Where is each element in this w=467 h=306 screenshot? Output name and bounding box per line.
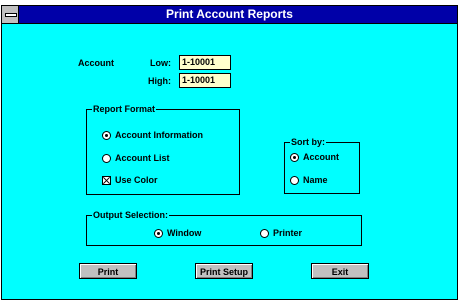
radio-account-information[interactable]: Account Information	[102, 130, 203, 140]
radio-label: Printer	[273, 228, 303, 238]
print-account-reports-dialog: Print Account Reports Account Low: 1-100…	[1, 5, 458, 300]
high-label: High:	[148, 76, 171, 86]
radio-unselected-icon	[260, 228, 269, 238]
radio-selected-icon	[154, 228, 163, 238]
radio-unselected-icon	[102, 153, 111, 163]
radio-sort-name[interactable]: Name	[290, 175, 328, 185]
print-setup-button[interactable]: Print Setup	[195, 263, 253, 279]
radio-unselected-icon	[290, 175, 299, 185]
output-selection-legend: Output Selection:	[93, 210, 168, 220]
low-label: Low:	[150, 58, 171, 68]
use-color-checkbox[interactable]: Use Color	[102, 175, 158, 185]
radio-label: Account Information	[115, 130, 203, 140]
output-selection-group: Output Selection:	[86, 211, 362, 246]
sort-by-legend: Sort by:	[291, 137, 326, 147]
radio-selected-icon	[290, 152, 299, 162]
window-title: Print Account Reports	[166, 7, 293, 21]
radio-account-list[interactable]: Account List	[102, 153, 170, 163]
report-format-legend: Report Format	[93, 104, 156, 114]
title-bar[interactable]: Print Account Reports	[2, 6, 457, 24]
radio-label: Account	[303, 152, 339, 162]
radio-label: Window	[167, 228, 202, 238]
radio-selected-icon	[102, 130, 111, 140]
radio-label: Account List	[115, 153, 170, 163]
sort-by-group: Sort by:	[284, 138, 360, 194]
radio-output-window[interactable]: Window	[154, 228, 201, 238]
exit-button[interactable]: Exit	[311, 263, 369, 279]
radio-label: Name	[303, 175, 328, 185]
checkbox-label: Use Color	[115, 175, 158, 185]
account-high-input[interactable]: 1-10001	[179, 73, 231, 88]
account-label: Account	[78, 58, 114, 68]
radio-output-printer[interactable]: Printer	[260, 228, 302, 238]
radio-sort-account[interactable]: Account	[290, 152, 339, 162]
print-button[interactable]: Print	[79, 263, 137, 279]
checkbox-checked-icon	[102, 175, 111, 185]
account-low-input[interactable]: 1-10001	[179, 55, 231, 70]
